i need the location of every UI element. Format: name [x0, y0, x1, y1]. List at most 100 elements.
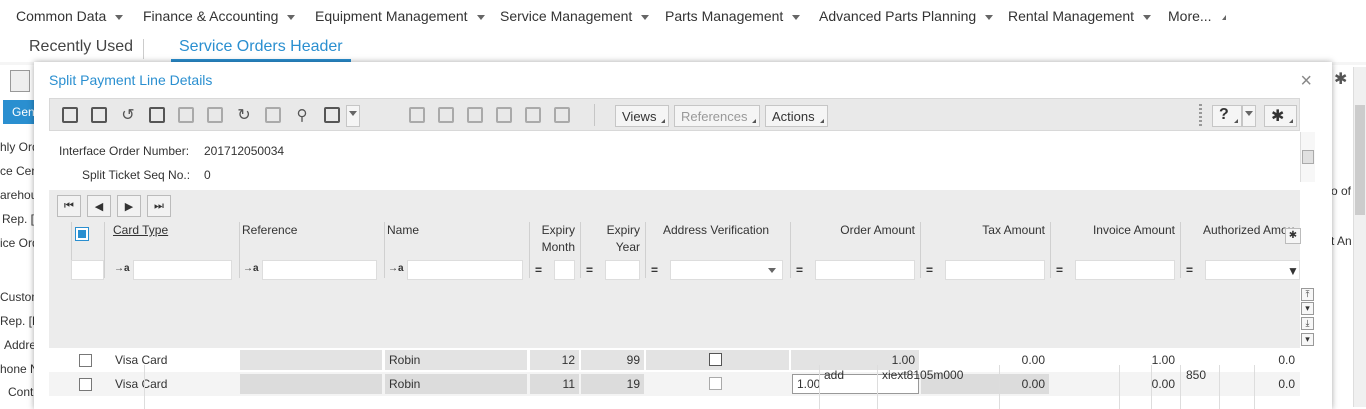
tab-service-orders-header[interactable]: Service Orders Header: [179, 38, 343, 56]
filter-reference[interactable]: [262, 260, 377, 280]
row-checkbox[interactable]: [79, 378, 92, 391]
filter-authorized-amount[interactable]: [1205, 260, 1300, 280]
refresh-icon[interactable]: ↻: [232, 103, 256, 127]
background-cell: add: [824, 368, 845, 382]
settings-menu[interactable]: ✱: [1264, 105, 1298, 127]
cell-address-verification[interactable]: [646, 374, 789, 394]
header-card-type[interactable]: Card Type: [113, 222, 168, 239]
search-icon[interactable]: ⚲: [290, 103, 314, 127]
numeric-filter-icon: =: [535, 263, 543, 277]
scroll-bottom-icon[interactable]: ⤓: [1301, 317, 1314, 330]
cell-expiry-year[interactable]: 19: [581, 374, 644, 394]
cell-expiry-month[interactable]: 11: [530, 374, 579, 394]
background-left-strip: Gen hly Ord ce Cent arehou Rep. [ ice Or…: [0, 65, 41, 409]
scroll-up-icon[interactable]: ▾: [1301, 302, 1314, 315]
header-expiry-year[interactable]: Expiry Year: [583, 222, 640, 256]
print-icon[interactable]: [261, 103, 285, 127]
select-all-checkbox[interactable]: [75, 227, 89, 241]
references-menu[interactable]: References: [674, 105, 761, 127]
address-verification-checkbox[interactable]: [709, 377, 722, 390]
cell-reference[interactable]: [240, 374, 382, 394]
copy-group-icon[interactable]: [434, 103, 458, 127]
chevron-down-icon: [641, 14, 650, 20]
nav-finance-accounting[interactable]: Finance & Accounting: [143, 8, 296, 24]
cell-order-amount[interactable]: 1.00: [791, 350, 919, 370]
numeric-filter-icon: =: [926, 263, 934, 277]
nav-service-management[interactable]: Service Management: [500, 8, 650, 24]
chevron-down-icon: [115, 14, 124, 20]
cell-expiry-year[interactable]: 99: [581, 350, 644, 370]
first-record-icon[interactable]: [463, 103, 487, 127]
views-menu[interactable]: Views: [615, 105, 670, 127]
scroll-down-icon[interactable]: ▾: [1301, 333, 1314, 346]
chevron-down-icon: [287, 14, 296, 20]
header-order-amount[interactable]: Order Amount: [793, 222, 915, 239]
gear-icon[interactable]: ✱: [1285, 228, 1301, 244]
filter-address-verification[interactable]: [670, 260, 783, 280]
filter-icon[interactable]: ▼: [1287, 264, 1299, 278]
last-page-icon[interactable]: ⏭: [147, 195, 171, 217]
header-invoice-amount[interactable]: Invoice Amount: [1053, 222, 1175, 239]
top-nav: Common Data Finance & Accounting Equipme…: [0, 0, 1366, 32]
scrollbar-thumb[interactable]: [1302, 150, 1314, 164]
nav-equipment-management[interactable]: Equipment Management: [315, 8, 485, 24]
header-authorized-amount[interactable]: Authorized Amour: [1203, 222, 1295, 239]
actions-menu[interactable]: Actions: [765, 105, 828, 127]
nav-rental-management[interactable]: Rental Management: [1008, 8, 1152, 24]
cell-name[interactable]: Robin: [385, 374, 527, 394]
filter-select[interactable]: [71, 260, 104, 280]
scroll-top-icon[interactable]: ⤒: [1301, 288, 1314, 301]
new-record-icon[interactable]: [145, 103, 169, 127]
cell-expiry-month[interactable]: 12: [530, 350, 579, 370]
split-payment-dialog: Split Payment Line Details × ↺ ↻ ⚲ Views…: [34, 62, 1332, 409]
export-dropdown[interactable]: [346, 105, 360, 127]
filter-expiry-month[interactable]: [554, 260, 575, 280]
numeric-filter-icon: =: [1186, 263, 1194, 277]
new-group-icon[interactable]: [405, 103, 429, 127]
tab-recently-used[interactable]: Recently Used: [29, 38, 133, 56]
delete-icon[interactable]: [203, 103, 227, 127]
header-name[interactable]: Name: [387, 222, 419, 239]
cell-reference[interactable]: [240, 350, 382, 370]
header-reference[interactable]: Reference: [242, 222, 297, 239]
header-expiry-month[interactable]: Expiry Month: [532, 222, 575, 256]
cell-address-verification[interactable]: [646, 350, 789, 370]
nav-advanced-parts-planning[interactable]: Advanced Parts Planning: [819, 8, 994, 24]
save-and-exit-icon[interactable]: [58, 103, 82, 127]
table-row[interactable]: Visa Card Robin 11 19 1.00 0.00 0.00 0.0: [49, 372, 1300, 396]
next-page-icon[interactable]: ▶: [117, 195, 141, 217]
previous-page-icon[interactable]: ◀: [87, 195, 111, 217]
duplicate-icon[interactable]: [174, 103, 198, 127]
filter-invoice-amount[interactable]: [1075, 260, 1175, 280]
cell-name[interactable]: Robin: [385, 350, 527, 370]
export-icon[interactable]: [320, 103, 344, 127]
filter-name[interactable]: [407, 260, 523, 280]
nav-parts-management[interactable]: Parts Management: [665, 8, 801, 24]
form-vertical-scrollbar[interactable]: [1300, 132, 1315, 182]
previous-record-icon[interactable]: [492, 103, 516, 127]
filter-expiry-year[interactable]: [605, 260, 640, 280]
header-address-verification[interactable]: Address Verification: [663, 222, 769, 239]
filter-card-type[interactable]: [133, 260, 232, 280]
help-menu[interactable]: ?: [1212, 105, 1242, 127]
last-record-icon[interactable]: [550, 103, 574, 127]
first-page-icon[interactable]: ⏮: [57, 195, 81, 217]
background-vertical-scrollbar[interactable]: [1353, 67, 1366, 407]
header-tax-amount[interactable]: Tax Amount: [923, 222, 1045, 239]
filter-tax-amount[interactable]: [945, 260, 1045, 280]
undo-icon[interactable]: ↺: [116, 103, 140, 127]
address-verification-checkbox[interactable]: [709, 353, 722, 366]
help-dropdown[interactable]: [1242, 105, 1256, 127]
split-payment-grid: ⏮ ◀ ▶ ⏭ Card Type Reference Name Expiry M…: [49, 190, 1301, 396]
row-checkbox[interactable]: [79, 354, 92, 367]
nav-more[interactable]: More...: [1168, 8, 1226, 24]
background-label: Addre: [4, 338, 37, 352]
filter-order-amount[interactable]: [815, 260, 915, 280]
next-record-icon[interactable]: [521, 103, 545, 127]
save-icon[interactable]: [87, 103, 111, 127]
close-icon[interactable]: ×: [1300, 70, 1312, 93]
nav-common-data[interactable]: Common Data: [16, 8, 124, 24]
background-label: o of: [1331, 184, 1352, 198]
table-row[interactable]: Visa Card Robin 12 99 1.00 0.00 1.00 0.0: [49, 348, 1300, 372]
scrollbar-thumb[interactable]: [1355, 105, 1365, 215]
